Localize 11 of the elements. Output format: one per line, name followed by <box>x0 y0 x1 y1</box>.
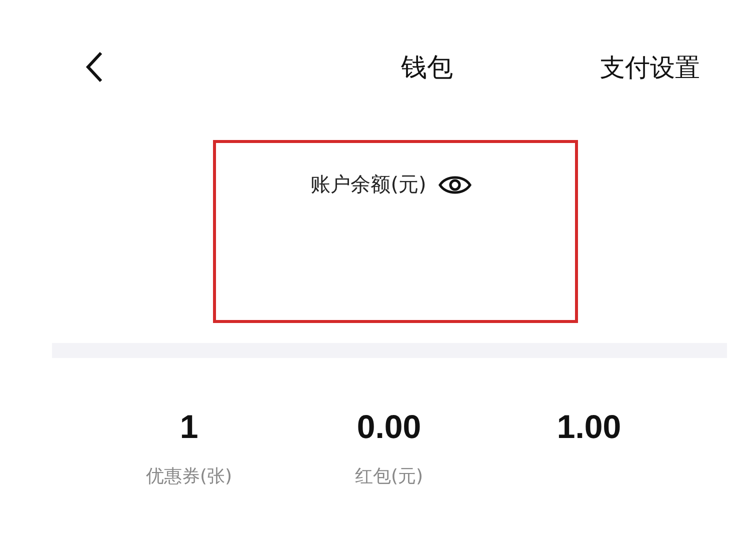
balance-label: 账户余额(元) <box>310 171 426 198</box>
payment-settings-link[interactable]: 支付设置 <box>600 50 700 84</box>
back-button[interactable] <box>84 51 104 83</box>
stat-label: 红包(元) <box>354 465 424 488</box>
stat-label: 优惠券(张) <box>146 465 232 488</box>
page-title: 钱包 <box>401 52 453 84</box>
stat-value: 0.00 <box>356 408 422 446</box>
eye-icon[interactable] <box>438 174 472 196</box>
back-icon <box>84 51 104 83</box>
stat-value: 1 <box>180 408 198 446</box>
stat-value: 1.00 <box>556 408 622 446</box>
